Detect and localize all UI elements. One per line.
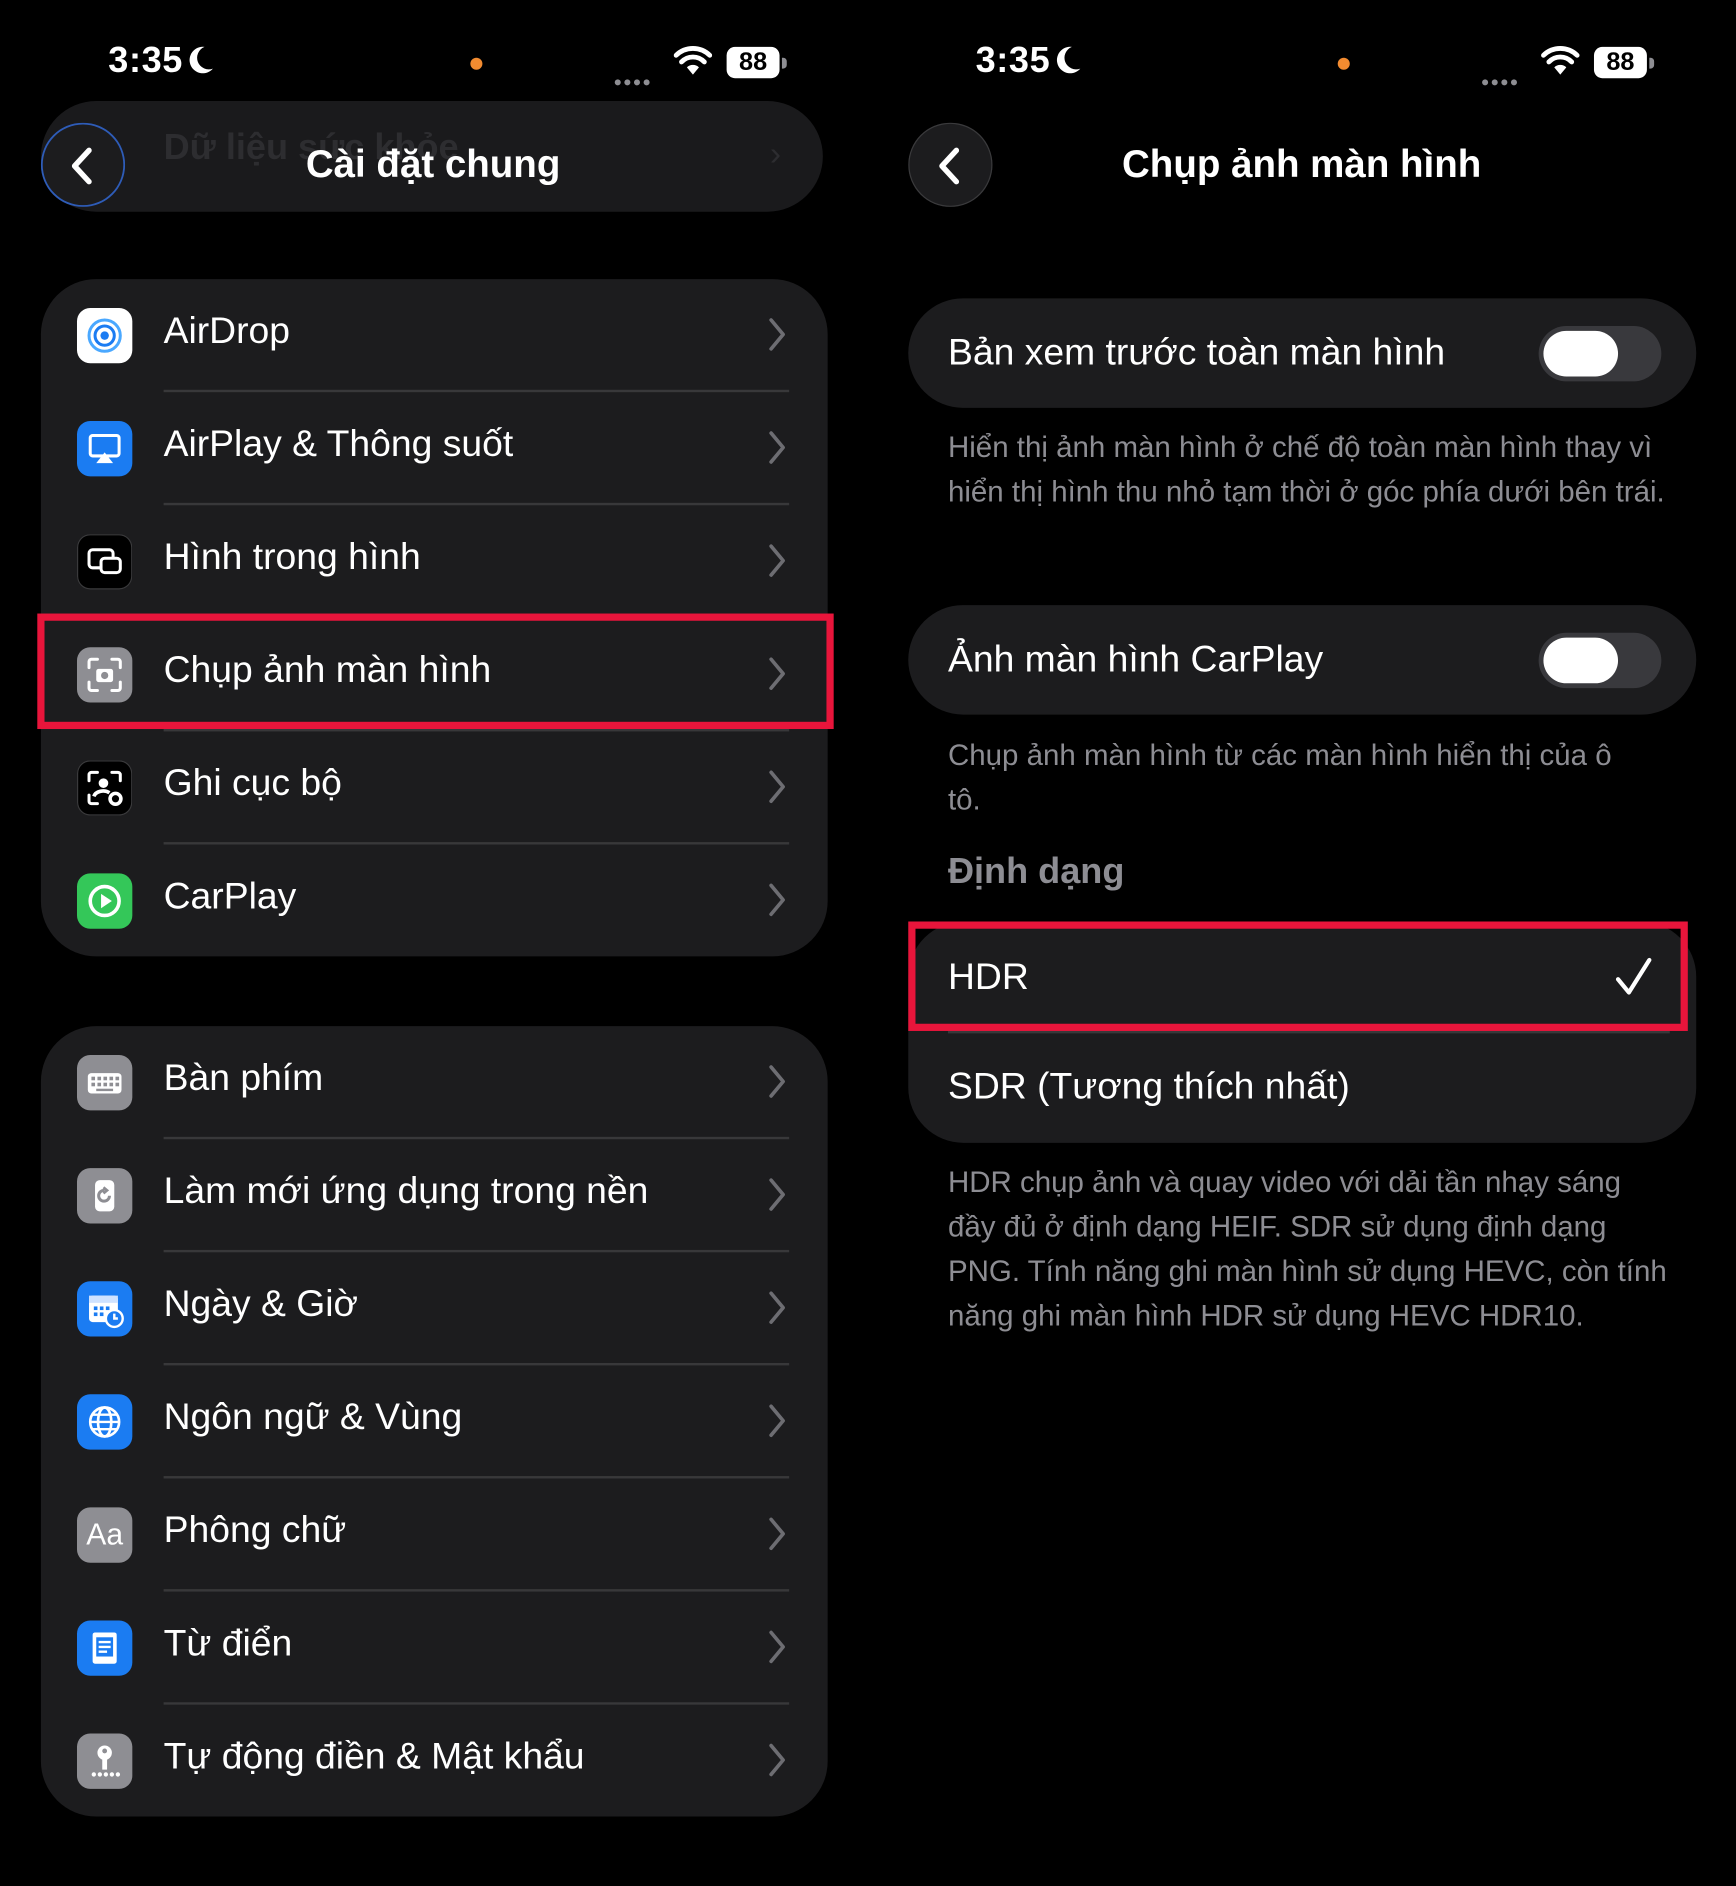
toggle-knob [1543, 330, 1619, 377]
carplay-screenshot-footnote: Chụp ảnh màn hình từ các màn hình hiển t… [947, 739, 1612, 817]
wifi-icon [673, 46, 713, 75]
carplay-icon [76, 873, 133, 929]
battery-indicator: 88 [726, 46, 780, 79]
key-icon [76, 1733, 133, 1789]
settings-row-date-time[interactable]: Ngày & Giờ [41, 1252, 828, 1365]
chevron-right-icon [769, 1517, 785, 1551]
carplay-screenshot-toggle[interactable] [1538, 632, 1662, 689]
format-option-label: SDR (Tương thích nhất) [947, 1064, 1350, 1107]
battery-indicator: 88 [1593, 46, 1647, 79]
status-time: 3:35 [976, 41, 1082, 86]
battery-tip [781, 57, 787, 69]
toggle-knob [1543, 637, 1619, 684]
airdrop-icon [76, 307, 133, 364]
back-button[interactable] [908, 122, 993, 207]
settings-group-keyboard: Bàn phím Làm mới ứng dụng trong nền Ngày… [40, 1026, 828, 1818]
chevron-left-icon [939, 147, 960, 185]
status-time: 3:35 [108, 41, 214, 86]
wifi-icon [1541, 46, 1580, 75]
chevron-right-icon [769, 1178, 785, 1211]
settings-row-label: Bàn phím [163, 1056, 324, 1099]
focus-moon-icon [1055, 45, 1081, 86]
carplay-screenshot-label: Ảnh màn hình CarPlay [947, 637, 1324, 680]
ghost-chevron-icon: › [769, 134, 782, 173]
settings-row-local-capture[interactable]: Ghi cục bộ [41, 731, 828, 844]
settings-row-language-region[interactable]: Ngôn ngữ & Vùng [41, 1365, 828, 1478]
background-refresh-icon [76, 1168, 133, 1224]
fullscreen-preview-toggle[interactable] [1538, 326, 1662, 382]
settings-row-fonts[interactable]: Aa Phông chữ [41, 1478, 828, 1591]
airplay-icon [76, 421, 133, 477]
settings-row-label: AirDrop [163, 309, 291, 352]
settings-row-label: Hình trong hình [163, 535, 421, 578]
format-section-header: Định dạng [947, 851, 1125, 892]
settings-row-airplay[interactable]: AirPlay & Thông suốt [41, 392, 828, 505]
screenshot-settings-screen: 3:35 88 Chụp ảnh màn hình Bản xem trước … [869, 0, 1736, 1886]
page-title: Chụp ảnh màn hình [1122, 141, 1482, 186]
settings-row-keyboard[interactable]: Bàn phím [41, 1026, 828, 1139]
fullscreen-preview-footnote: Hiển thị ảnh màn hình ở chế độ toàn màn … [947, 431, 1665, 509]
calendar-clock-icon [76, 1281, 133, 1337]
keyboard-icon [76, 1055, 133, 1111]
settings-row-label: Ghi cục bộ [163, 761, 342, 804]
local-capture-icon [76, 760, 133, 816]
carplay-screenshot-cell: Ảnh màn hình CarPlay [908, 605, 1697, 715]
focus-moon-icon [188, 45, 214, 86]
settings-row-background-refresh[interactable]: Làm mới ứng dụng trong nền [41, 1139, 828, 1252]
back-button[interactable] [40, 122, 126, 207]
privacy-indicator-dot [1337, 57, 1350, 70]
fullscreen-preview-label: Bản xem trước toàn màn hình [947, 330, 1446, 373]
globe-icon [76, 1394, 133, 1450]
settings-row-label: CarPlay [163, 874, 297, 917]
chevron-right-icon [769, 1743, 785, 1777]
format-option-sdr[interactable]: SDR (Tương thích nhất) [908, 1032, 1696, 1143]
chevron-right-icon [769, 883, 785, 917]
format-footnote: HDR chụp ảnh và quay video với dải tần n… [947, 1166, 1667, 1333]
chevron-right-icon [769, 318, 785, 351]
general-settings-screen: 3:35 88 Dữ liệu sức khỏe › Cài đặt chung… [0, 0, 869, 1886]
settings-row-airdrop[interactable]: AirDrop [41, 279, 828, 392]
chevron-right-icon [769, 431, 785, 464]
chevron-right-icon [769, 1630, 785, 1664]
settings-row-label: Ngày & Giờ [163, 1282, 359, 1325]
settings-row-picture-in-picture[interactable]: Hình trong hình [41, 505, 828, 618]
fullscreen-preview-cell: Bản xem trước toàn màn hình [908, 298, 1697, 408]
settings-row-label: Từ điển [163, 1621, 293, 1664]
cellular-signal-icon [1482, 70, 1525, 86]
settings-row-label: Tự động điền & Mật khẩu [163, 1734, 585, 1777]
picture-in-picture-icon [76, 534, 133, 590]
battery-tip [1649, 57, 1655, 69]
highlight-box-screenshot [37, 613, 834, 730]
cellular-signal-icon [614, 70, 658, 86]
settings-row-carplay[interactable]: CarPlay [41, 845, 828, 958]
chevron-right-icon [769, 770, 785, 804]
settings-row-dictionary[interactable]: Từ điển [41, 1592, 828, 1705]
settings-row-label: Ngôn ngữ & Vùng [163, 1395, 463, 1438]
privacy-indicator-dot [470, 57, 483, 70]
chevron-right-icon [769, 1404, 785, 1437]
chevron-right-icon [769, 544, 785, 577]
settings-row-label: Phông chữ [163, 1508, 347, 1551]
chevron-right-icon [769, 1291, 785, 1324]
dictionary-icon [76, 1620, 133, 1676]
settings-row-label: AirPlay & Thông suốt [163, 422, 514, 465]
chevron-left-icon [71, 147, 92, 185]
page-title: Cài đặt chung [305, 141, 561, 186]
chevron-right-icon [769, 1065, 785, 1098]
settings-row-label: Làm mới ứng dụng trong nền [163, 1169, 649, 1212]
highlight-box-hdr [908, 921, 1688, 1031]
font-icon: Aa [76, 1507, 133, 1563]
settings-row-autofill-passwords[interactable]: Tự động điền & Mật khẩu [41, 1705, 828, 1818]
